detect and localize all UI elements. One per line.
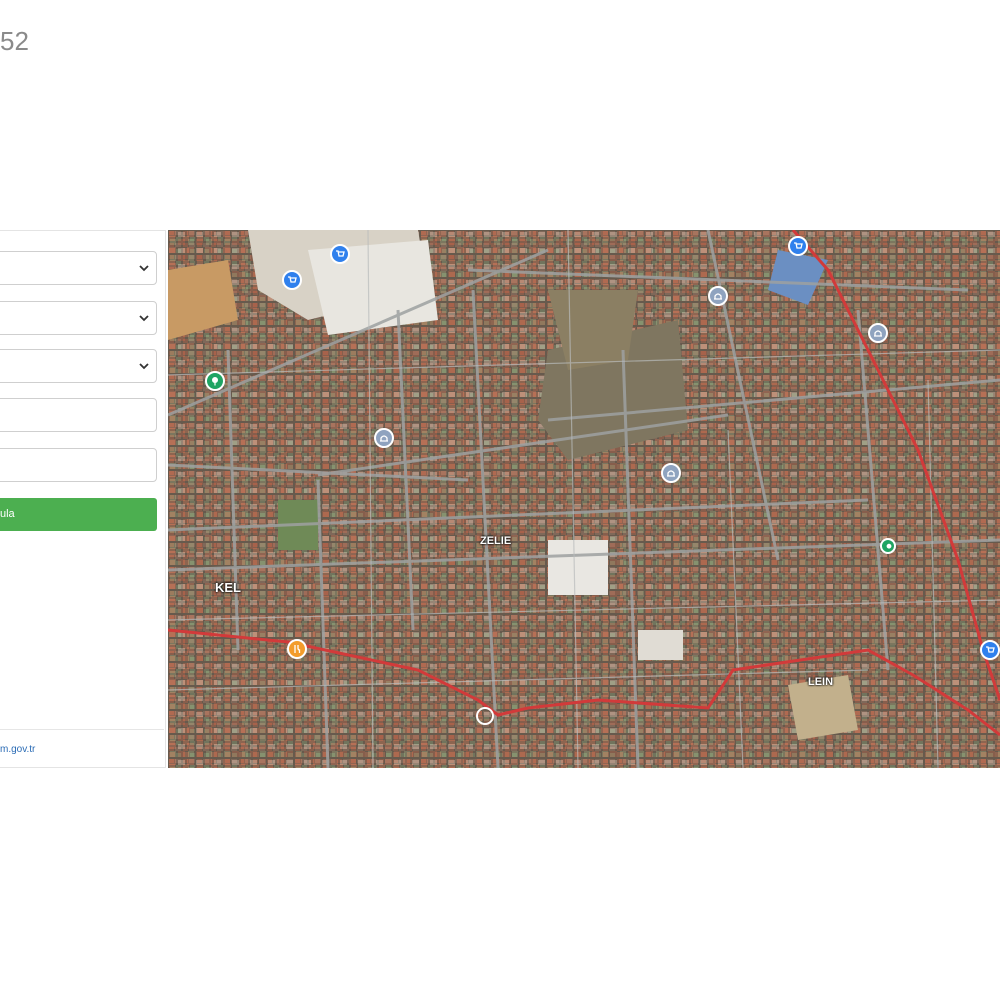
shopping-pin-icon[interactable] [788, 236, 808, 256]
park-pin-icon[interactable] [205, 371, 225, 391]
search-button[interactable]: ula [0, 498, 157, 531]
chevron-down-icon [139, 265, 149, 272]
chevron-down-icon [139, 315, 149, 322]
search-panel: ula m.gov.tr [0, 230, 166, 768]
district-label: LEIN [808, 676, 834, 688]
select-field-2[interactable] [0, 301, 157, 335]
panel-footer: m.gov.tr [0, 729, 164, 768]
shopping-pin-icon[interactable] [330, 244, 350, 264]
restaurant-pin-icon[interactable] [287, 639, 307, 659]
mosque-pin-icon[interactable] [374, 428, 394, 448]
district-label: KEL [215, 580, 241, 595]
shopping-pin-icon[interactable] [980, 640, 1000, 660]
shopping-pin-icon[interactable] [282, 270, 302, 290]
select-field-1[interactable] [0, 251, 157, 285]
satellite-map[interactable]: KEL ZELIE LEIN [168, 230, 1000, 768]
select-field-3[interactable] [0, 349, 157, 383]
park-pin-icon[interactable] [880, 538, 896, 554]
map-imagery [168, 230, 1000, 768]
mosque-pin-icon[interactable] [661, 463, 681, 483]
text-input-1[interactable] [0, 398, 157, 432]
text-input-2[interactable] [0, 448, 157, 482]
footer-link[interactable]: m.gov.tr [0, 744, 35, 755]
mosque-pin-icon[interactable] [868, 323, 888, 343]
district-label: ZELIE [480, 535, 512, 547]
page-title: 52 [0, 26, 29, 56]
chevron-down-icon [139, 363, 149, 370]
mosque-pin-icon[interactable] [708, 286, 728, 306]
